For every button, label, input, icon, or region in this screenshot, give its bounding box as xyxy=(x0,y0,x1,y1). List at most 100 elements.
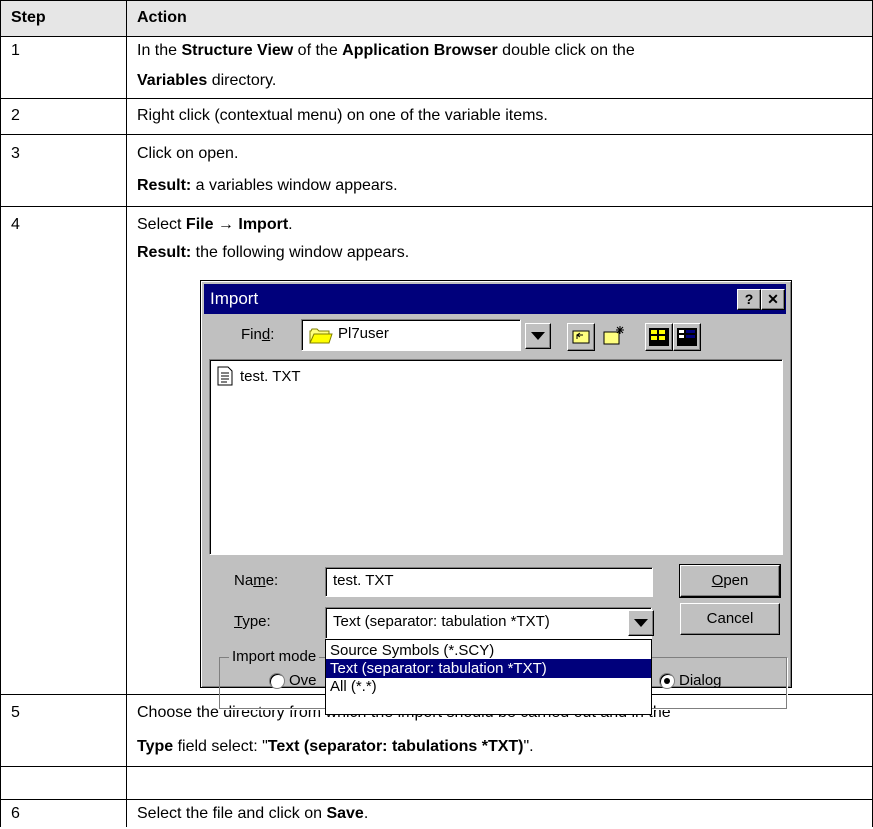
dialog-title: Import xyxy=(210,289,259,308)
chevron-down-icon xyxy=(531,332,545,340)
dialog-radio[interactable] xyxy=(659,673,675,689)
step-number: 1 xyxy=(11,42,20,59)
find-label: Find: xyxy=(241,325,274,345)
text-run: field select: " xyxy=(173,738,268,755)
step-number: 2 xyxy=(11,107,20,124)
bold-term: Variables xyxy=(137,72,208,89)
text-run: directory. xyxy=(207,72,277,89)
help-button[interactable]: ? xyxy=(737,289,761,310)
type-dropdown-list[interactable]: Source Symbols (*.SCY) Text (separator: … xyxy=(325,639,652,715)
action-text: Variables directory. xyxy=(137,66,276,96)
list-view-icon xyxy=(649,328,669,346)
table-column-divider xyxy=(126,0,127,827)
arrow-glyph: → xyxy=(213,216,239,233)
bold-term: Type xyxy=(137,738,174,755)
text-run: Select xyxy=(137,216,186,233)
header-step: Step xyxy=(11,9,46,26)
radio-selected-dot xyxy=(664,678,670,684)
table-border-left xyxy=(0,0,1,827)
name-field[interactable]: test. TXT xyxy=(325,567,653,597)
label-text: Na xyxy=(234,572,254,589)
name-value: test. TXT xyxy=(333,572,394,589)
bold-term: File xyxy=(185,216,214,233)
result-label: Result: xyxy=(137,177,192,194)
text-run: Select the file and click on xyxy=(137,805,327,822)
import-mode-label: Import mode xyxy=(229,648,320,666)
text-run: the following window appears. xyxy=(191,244,410,261)
bold-term: Application Browser xyxy=(342,42,498,59)
cancel-button[interactable]: Cancel xyxy=(680,603,780,635)
result-label: Result: xyxy=(137,244,192,261)
text-run: . xyxy=(363,805,369,822)
list-item[interactable]: test. TXT xyxy=(216,366,301,393)
mnemonic-letter: d xyxy=(261,326,271,343)
list-view-button[interactable] xyxy=(645,323,673,351)
text-run: In the xyxy=(137,42,182,59)
label-text: e: xyxy=(265,572,279,589)
step-number: 4 xyxy=(11,216,20,233)
find-value: Pl7user xyxy=(338,325,389,342)
import-dialog: Import ? ✕ Find: Pl7user test. TXT Name:… xyxy=(200,280,792,715)
bold-term: Save xyxy=(326,805,364,822)
type-option[interactable]: All (*.*) xyxy=(326,677,651,696)
type-dropdown-button[interactable] xyxy=(628,610,654,636)
close-button[interactable]: ✕ xyxy=(761,289,785,310)
table-header-background xyxy=(0,0,873,36)
overwrite-radio[interactable] xyxy=(269,673,285,689)
text-run: of the xyxy=(293,42,343,59)
step-number: 3 xyxy=(11,145,20,162)
action-text: Type field select: "Text (separator: tab… xyxy=(137,732,534,762)
type-combo[interactable]: Text (separator: tabulation *TXT) xyxy=(325,607,652,639)
open-button[interactable]: Open xyxy=(679,564,781,598)
bold-term: Import xyxy=(238,216,289,233)
text-run: double click on the xyxy=(497,42,635,59)
label-text: : xyxy=(270,326,275,343)
action-text: Select File → Import. xyxy=(137,210,293,240)
new-folder-button[interactable] xyxy=(601,323,627,349)
file-name: test. TXT xyxy=(240,368,301,385)
type-label: Type: xyxy=(234,612,271,632)
find-dropdown-button[interactable] xyxy=(525,323,551,349)
step-number: 5 xyxy=(11,704,20,721)
type-value: Text (separator: tabulation *TXT) xyxy=(333,613,550,630)
details-view-icon xyxy=(677,328,697,346)
new-folder-icon xyxy=(603,326,624,345)
overwrite-radio-label: Ove xyxy=(289,672,317,689)
up-folder-button[interactable] xyxy=(567,323,595,351)
table-rule xyxy=(0,799,873,800)
folder-icon xyxy=(309,328,333,344)
details-view-button[interactable] xyxy=(673,323,701,351)
mnemonic-letter: O xyxy=(711,572,724,589)
file-list[interactable]: test. TXT xyxy=(209,359,783,555)
result-line: Result: the following window appears. xyxy=(137,238,409,268)
table-border-top xyxy=(0,0,873,1)
bold-term: Text (separator: tabulations *TXT) xyxy=(267,738,524,755)
table-rule xyxy=(0,134,873,135)
mnemonic-letter: m xyxy=(253,572,266,589)
dialog-radio-label: Dialog xyxy=(679,672,722,689)
label-text: ype: xyxy=(242,613,271,630)
text-run: . xyxy=(288,216,293,233)
step-number: 6 xyxy=(11,805,20,822)
header-action: Action xyxy=(137,9,187,26)
table-rule xyxy=(0,766,873,767)
chevron-down-icon xyxy=(634,619,648,627)
text-run: ". xyxy=(523,738,534,755)
text-run: a variables window appears. xyxy=(191,177,398,194)
bold-term: Structure View xyxy=(181,42,294,59)
action-text: Right click (contextual menu) on one of … xyxy=(137,107,548,124)
dialog-title-bar[interactable]: Import ? ✕ xyxy=(204,284,786,314)
type-option[interactable]: Source Symbols (*.SCY) xyxy=(326,641,651,660)
up-folder-icon xyxy=(572,330,590,344)
action-text: Click on open. xyxy=(137,145,239,162)
table-rule xyxy=(0,98,873,99)
type-option-selected[interactable]: Text (separator: tabulation *TXT) xyxy=(326,659,651,678)
find-combo[interactable]: Pl7user xyxy=(301,319,521,351)
name-label: Name: xyxy=(234,571,278,591)
text-file-icon xyxy=(217,366,233,386)
result-line: Result: a variables window appears. xyxy=(137,171,398,201)
action-text: Select the file and click on Save. xyxy=(137,799,368,829)
table-rule xyxy=(0,206,873,207)
action-text: In the Structure View of the Application… xyxy=(137,36,635,66)
button-label: pen xyxy=(723,572,749,589)
